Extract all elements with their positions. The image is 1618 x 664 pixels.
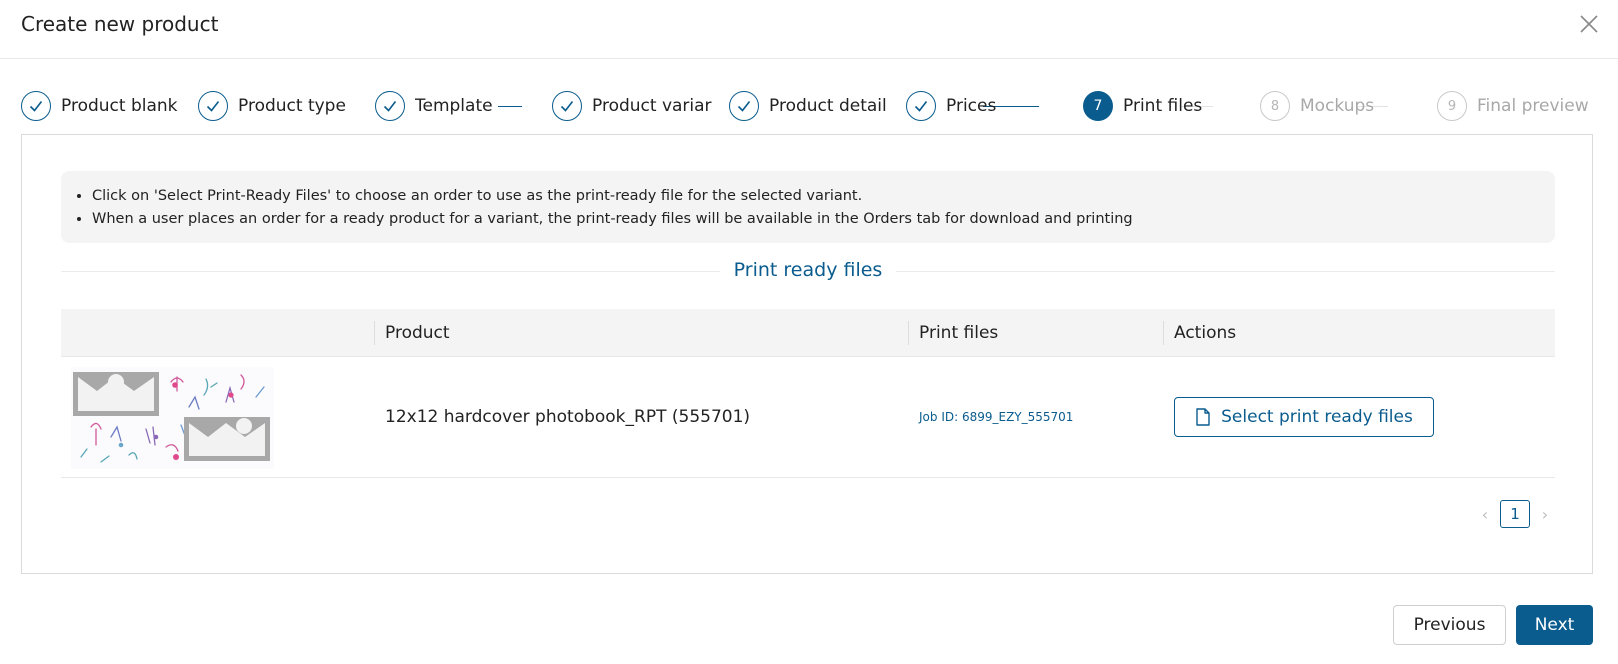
section-title: Print ready files	[22, 259, 1594, 281]
step-label: Product blank	[61, 96, 178, 116]
step-product-type[interactable]: Product type	[198, 90, 346, 122]
step-label: Mockups	[1300, 96, 1375, 116]
info-box: Click on 'Select Print-Ready Files' to c…	[61, 171, 1555, 243]
step-mockups[interactable]: 8 Mockups	[1260, 90, 1374, 122]
modal-title: Create new product	[21, 12, 219, 36]
check-icon	[21, 91, 51, 121]
select-print-ready-files-button[interactable]: Select print ready files	[1174, 397, 1434, 437]
step-label: Final preview	[1477, 96, 1589, 116]
table-header: Product Print files Actions	[61, 309, 1555, 357]
step-template[interactable]: Template	[375, 90, 493, 122]
stepper: Product blank Product type Template Prod…	[21, 90, 1601, 122]
step-print-files[interactable]: 7 Print files	[1083, 90, 1202, 122]
product-thumbnail	[71, 367, 274, 469]
file-icon	[1196, 408, 1210, 426]
print-files-panel: Click on 'Select Print-Ready Files' to c…	[21, 134, 1593, 574]
step-label: Product variar	[592, 96, 712, 116]
next-button[interactable]: Next	[1516, 605, 1593, 645]
modal-header: Create new product	[0, 0, 1618, 59]
previous-button[interactable]: Previous	[1393, 605, 1506, 645]
step-product-variant[interactable]: Product variar	[552, 90, 712, 122]
check-icon	[198, 91, 228, 121]
job-id-link[interactable]: Job ID: 6899_EZY_555701	[919, 357, 1073, 478]
product-name: 12x12 hardcover photobook_RPT (555701)	[385, 407, 751, 427]
step-number: 9	[1437, 91, 1467, 121]
step-connector	[498, 106, 522, 107]
column-header-print-files: Print files	[919, 323, 999, 343]
step-prices[interactable]: Prices	[906, 90, 996, 122]
column-header-actions: Actions	[1174, 323, 1237, 343]
info-list: Click on 'Select Print-Ready Files' to c…	[92, 185, 1555, 231]
step-label: Template	[415, 96, 493, 116]
check-icon	[375, 91, 405, 121]
step-label: Prices	[946, 96, 997, 116]
pagination: ‹ 1 ›	[1470, 499, 1560, 529]
step-product-blank[interactable]: Product blank	[21, 90, 178, 122]
step-number: 7	[1083, 91, 1113, 121]
step-label: Product detail	[769, 96, 887, 116]
step-final-preview[interactable]: 9 Final preview	[1437, 90, 1589, 122]
check-icon	[552, 91, 582, 121]
check-icon	[729, 91, 759, 121]
prev-page-icon[interactable]: ‹	[1470, 499, 1500, 529]
next-page-icon[interactable]: ›	[1530, 499, 1560, 529]
table-row: 12x12 hardcover photobook_RPT (555701) J…	[61, 357, 1555, 478]
select-print-ready-files-label: Select print ready files	[1221, 407, 1413, 427]
step-product-detail[interactable]: Product detail	[729, 90, 887, 122]
step-label: Print files	[1123, 96, 1203, 116]
close-icon[interactable]	[1577, 12, 1601, 36]
check-icon	[906, 91, 936, 121]
info-item: When a user places an order for a ready …	[92, 208, 1555, 231]
step-number: 8	[1260, 91, 1290, 121]
column-header-product: Product	[385, 323, 450, 343]
step-label: Product type	[238, 96, 346, 116]
info-item: Click on 'Select Print-Ready Files' to c…	[92, 185, 1555, 208]
page-number[interactable]: 1	[1500, 500, 1530, 528]
